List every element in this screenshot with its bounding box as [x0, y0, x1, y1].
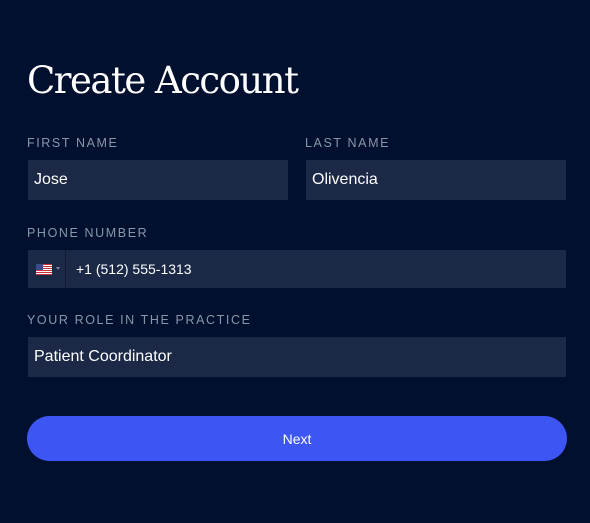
page-title: Create Account [27, 59, 299, 102]
phone-number-field [28, 250, 566, 288]
role-label: YOUR ROLE IN THE PRACTICE [27, 313, 252, 327]
last-name-input[interactable] [306, 160, 566, 200]
first-name-label: FIRST NAME [27, 136, 119, 150]
next-button[interactable]: Next [27, 416, 567, 461]
phone-number-input[interactable] [67, 250, 566, 288]
chevron-down-icon [56, 267, 60, 270]
create-account-page: Create Account FIRST NAME LAST NAME PHON… [0, 0, 590, 523]
country-code-select[interactable] [28, 250, 66, 288]
us-flag-icon [36, 264, 52, 275]
first-name-input[interactable] [28, 160, 288, 200]
phone-number-label: PHONE NUMBER [27, 226, 149, 240]
role-input[interactable] [28, 337, 566, 377]
last-name-label: LAST NAME [305, 136, 391, 150]
